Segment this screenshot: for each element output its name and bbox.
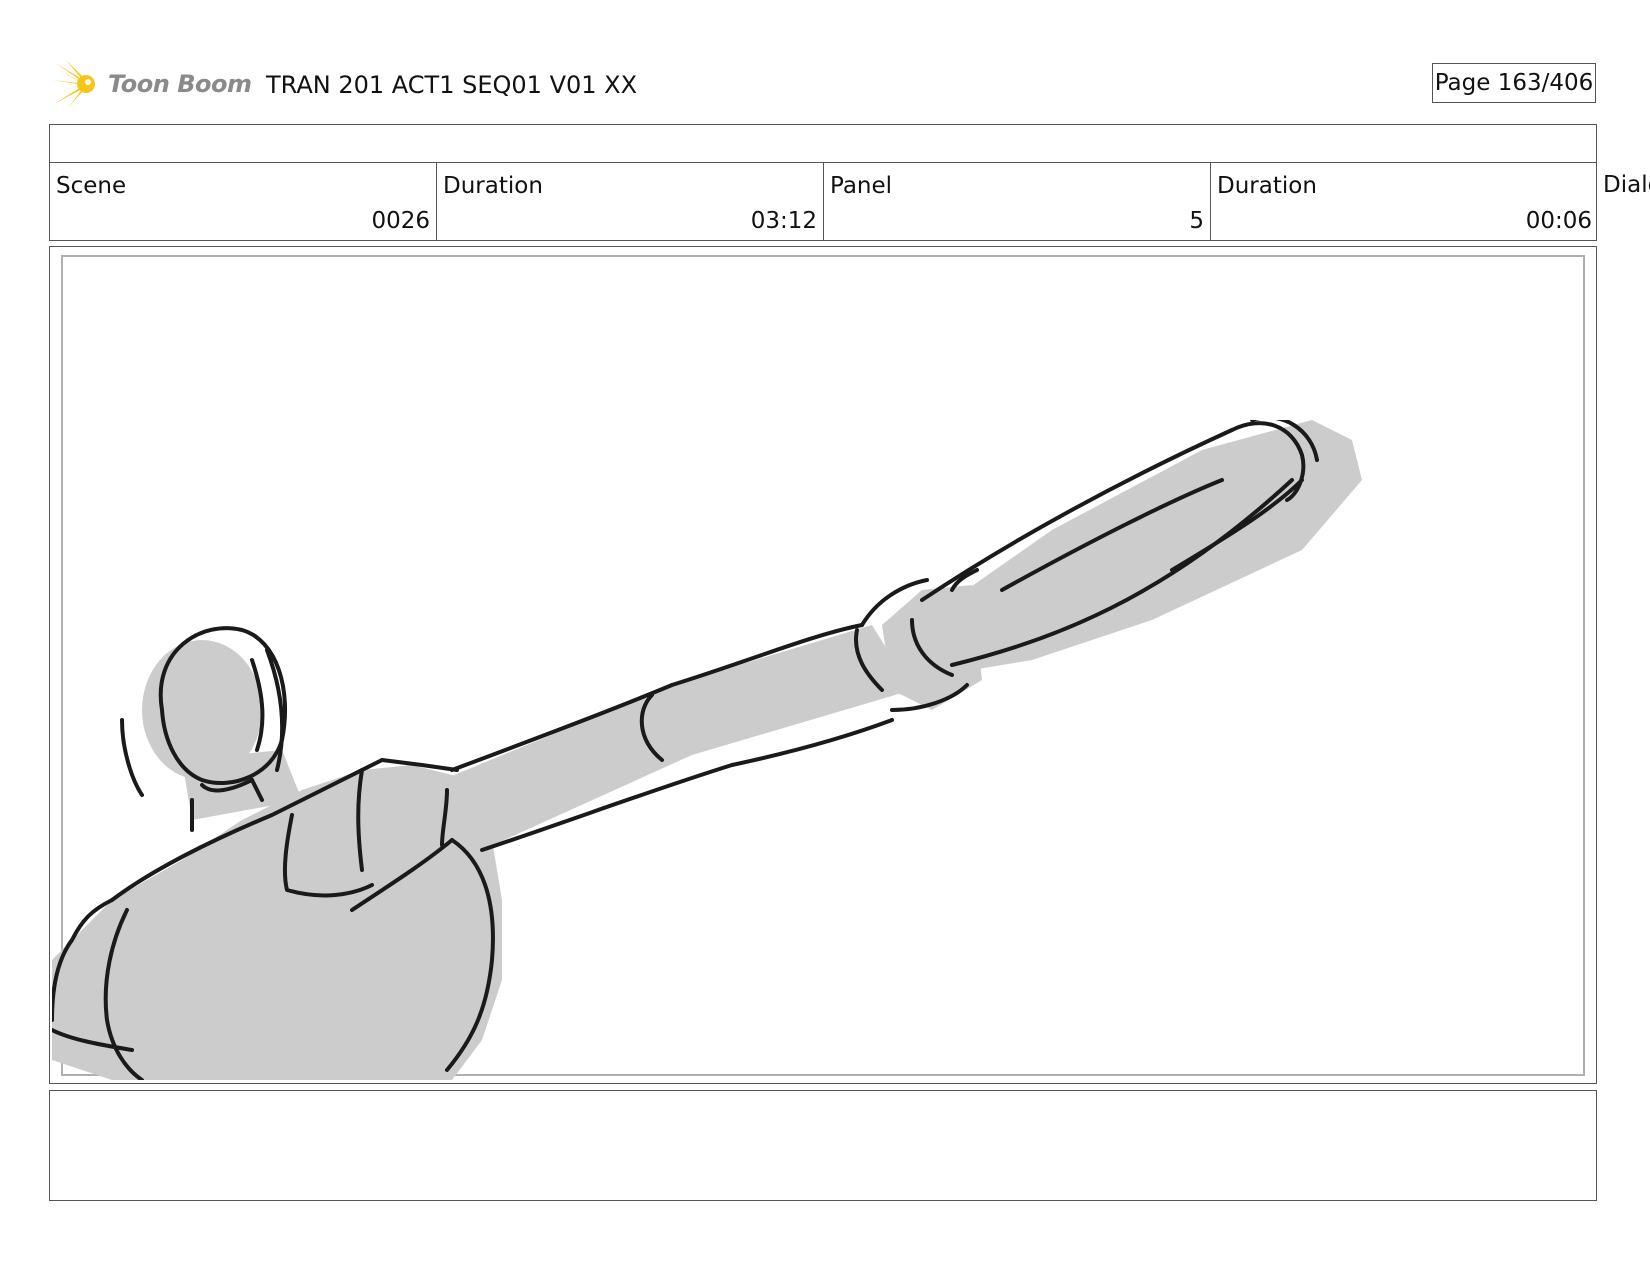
scene-info-row: Scene 0026 Duration 03:12 Panel 5 Durati… [49,162,1597,241]
document-title: TRAN 201 ACT1 SEQ01 V01 XX [266,71,638,99]
panel-notes-box [49,1090,1597,1201]
scene-label: Scene [56,173,127,199]
panel-duration-cell: Duration 00:06 [1211,163,1598,240]
character-sketch [52,420,1362,1080]
header-blank-row [49,124,1597,163]
scene-cell: Scene 0026 [50,163,437,240]
panel-cell: Panel 5 [824,163,1211,240]
panel-duration-label: Duration [1217,173,1317,199]
panel-value: 5 [1189,208,1204,234]
panel-duration-value: 00:06 [1525,208,1592,234]
toon-boom-logo: Toon Boom [52,58,252,110]
panel-label: Panel [830,173,893,199]
starburst-icon [52,60,95,108]
page-number: Page 163/406 [1432,63,1596,103]
scene-duration-value: 03:12 [750,208,817,234]
scene-value: 0026 [371,208,430,234]
scene-duration-label: Duration [443,173,543,199]
storyboard-page: Toon Boom TRAN 201 ACT1 SEQ01 V01 XX Pag… [0,0,1650,1275]
logo-wordmark: Toon Boom [108,70,252,98]
dialog-label-cropped: Dialo [1603,172,1650,198]
scene-duration-cell: Duration 03:12 [437,163,824,240]
